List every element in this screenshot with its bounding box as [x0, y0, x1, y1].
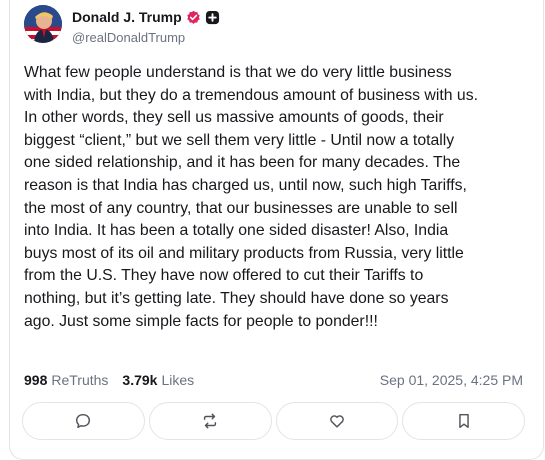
- post-text-line: What few people understand is that we do…: [24, 64, 452, 81]
- retruths-label[interactable]: ReTruths: [51, 372, 108, 388]
- bookmark-icon: [458, 413, 469, 429]
- likes-count[interactable]: 3.79k: [122, 372, 157, 388]
- post-text: What few people understand is that we do…: [24, 62, 524, 333]
- like-button[interactable]: [275, 402, 399, 440]
- post-text-line: In other words, they sell us massive amo…: [24, 109, 444, 127]
- retruth-button[interactable]: [148, 402, 272, 440]
- post-text-line: buys most of its oil and military produc…: [24, 244, 464, 262]
- author-name-row: Donald J. Trump: [72, 8, 220, 26]
- like-heart-icon: [330, 415, 344, 428]
- author-display-name[interactable]: Donald J. Trump: [72, 9, 182, 25]
- avatar-image: [24, 5, 62, 43]
- reply-button[interactable]: [22, 402, 145, 440]
- post-action-bar: [22, 402, 525, 440]
- author-handle[interactable]: @realDonaldTrump: [72, 30, 185, 45]
- post-text-line: into India. It has been a totally one si…: [24, 222, 449, 240]
- bookmark-button[interactable]: [402, 402, 525, 440]
- comment-icon: [76, 413, 91, 429]
- post-text-line: one sided relationship, and it has been …: [24, 154, 461, 172]
- post-timestamp[interactable]: Sep 01, 2025, 4:25 PM: [380, 372, 523, 388]
- post-text-line: the most of any country, that our busine…: [24, 199, 458, 217]
- post-text-line: from the U.S. They have now offered to c…: [24, 267, 424, 285]
- post-text-line: biggest “client,” but we sell them very …: [24, 131, 455, 149]
- retruths-count[interactable]: 998: [24, 372, 47, 388]
- post-stats: 998 ReTruths 3.79k Likes Sep 01, 2025, 4…: [24, 370, 523, 390]
- verified-badge-icon: [187, 10, 200, 24]
- retruth-icon: [204, 413, 217, 429]
- avatar[interactable]: [24, 5, 62, 43]
- likes-label[interactable]: Likes: [161, 372, 194, 388]
- post-text-line: reason is that India has charged us, unt…: [24, 176, 467, 194]
- post-text-line: nothing, but it’s getting late. They sho…: [24, 289, 449, 307]
- post-text-line: with India, but they do a tremendous amo…: [24, 86, 478, 104]
- plus-badge-icon: [205, 10, 219, 24]
- post-text-line: ago. Just some simple facts for people t…: [24, 312, 378, 330]
